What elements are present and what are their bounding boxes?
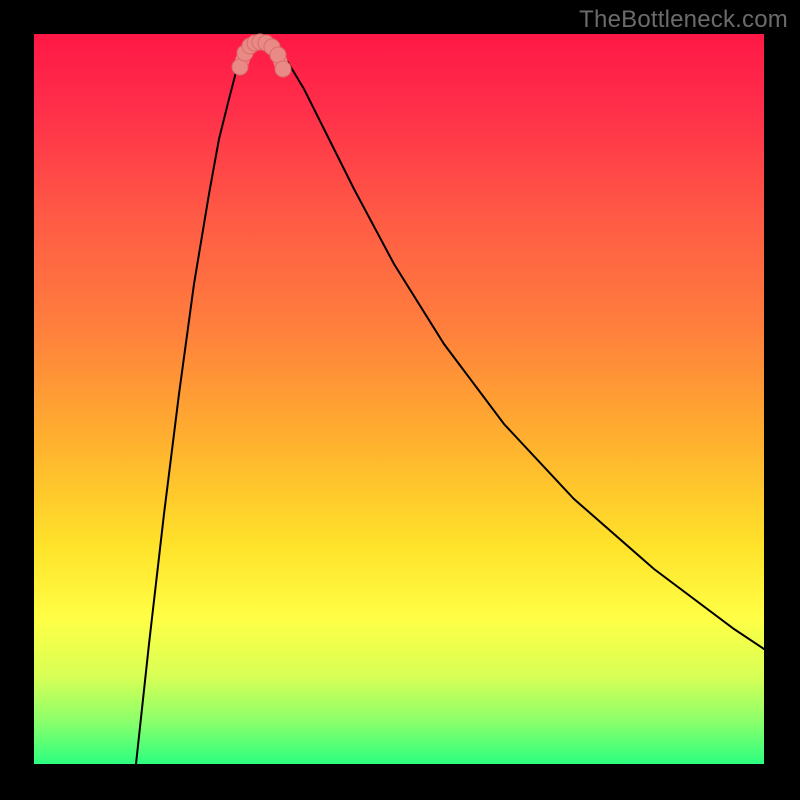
watermark-text: TheBottleneck.com xyxy=(579,6,788,34)
valley-marker-dot xyxy=(275,61,291,77)
chart-svg xyxy=(34,34,764,764)
curve-right-branch xyxy=(269,43,764,649)
plot-area xyxy=(34,34,764,764)
valley-marker-layer xyxy=(232,34,291,77)
curve-left-branch xyxy=(136,43,254,764)
chart-frame: TheBottleneck.com xyxy=(0,0,800,800)
curve-layer xyxy=(136,43,764,764)
